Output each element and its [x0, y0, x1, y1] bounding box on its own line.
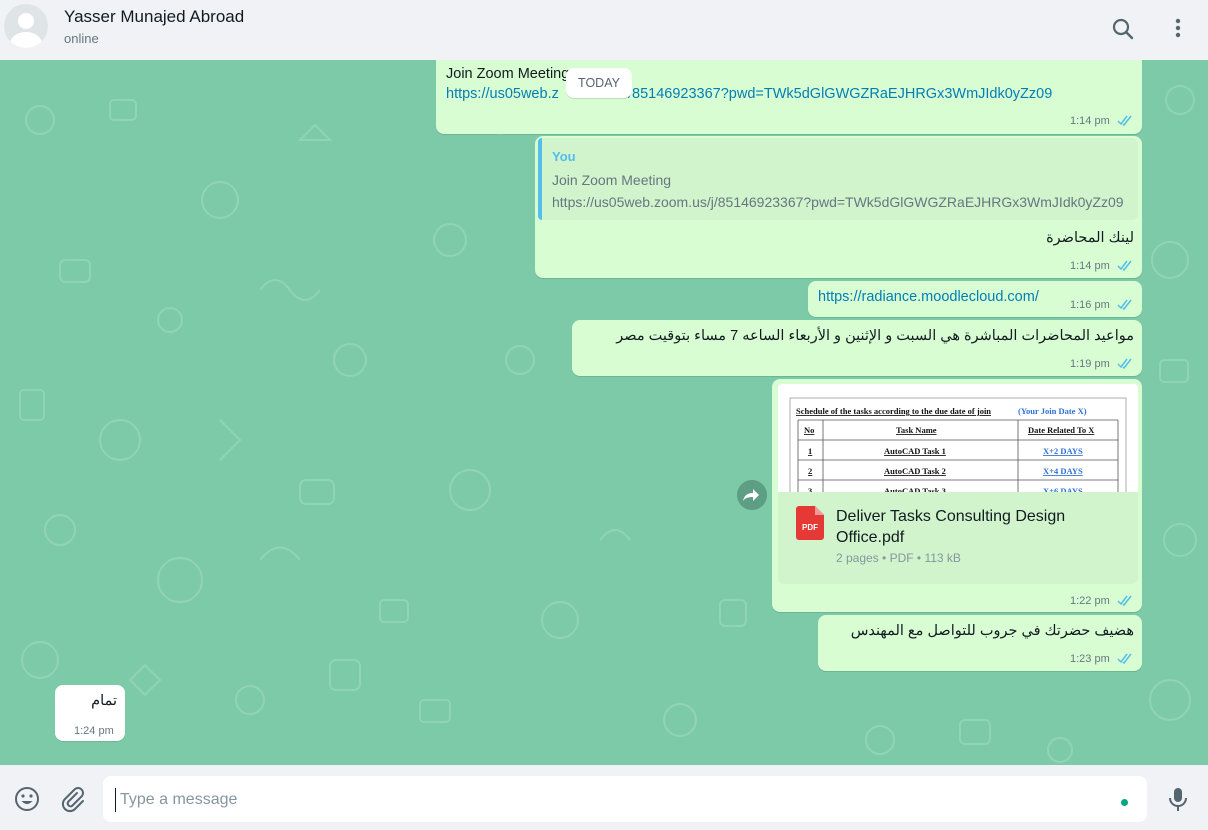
pdf-file-icon: PDF	[796, 506, 824, 540]
document-info: 2 pages • PDF • 113 kB	[836, 551, 961, 565]
read-ticks-icon	[1117, 358, 1132, 369]
svg-text:1: 1	[808, 446, 812, 456]
message-meta: 1:16 pm	[1070, 299, 1134, 311]
message-time: 1:19 pm	[1070, 358, 1110, 370]
quote-author: You	[552, 149, 576, 164]
read-ticks-icon	[1117, 595, 1132, 606]
message-text: لينك المحاضرة	[1046, 230, 1134, 246]
message-time: 1:14 pm	[1070, 260, 1110, 272]
message-meta: 1:14 pm	[1070, 115, 1134, 127]
message-meta: 1:14 pm	[1070, 260, 1134, 272]
quote-link: https://us05web.zoom.us/j/85146923367?pw…	[552, 194, 1124, 210]
message-link-start[interactable]: https://us05web.z	[446, 86, 559, 102]
message-time: 1:22 pm	[1070, 595, 1110, 607]
message-meta: 1:22 pm	[1070, 595, 1134, 607]
document-preview[interactable]: Schedule of the tasks according to the d…	[778, 384, 1138, 494]
svg-text:Date Related To X: Date Related To X	[1028, 425, 1095, 435]
message-text: Join Zoom Meeting	[446, 66, 570, 82]
mic-icon[interactable]	[1164, 785, 1192, 813]
message-bubble-outgoing[interactable]: هضيف حضرتك في جروب للتواصل مع المهندس 1:…	[818, 615, 1142, 671]
search-icon[interactable]	[1108, 14, 1138, 44]
svg-text:Schedule of the tasks accordin: Schedule of the tasks according to the d…	[796, 406, 991, 416]
emoji-icon[interactable]	[13, 785, 41, 813]
contact-avatar[interactable]	[4, 4, 48, 48]
message-input[interactable]	[115, 788, 1112, 812]
message-text: مواعيد المحاضرات المباشرة هي السبت و الإ…	[616, 328, 1134, 344]
message-meta: 1:23 pm	[1070, 653, 1134, 665]
read-ticks-icon	[1117, 115, 1132, 126]
read-ticks-icon	[1117, 260, 1132, 271]
message-link[interactable]: https://radiance.moodlecloud.com/	[818, 289, 1039, 305]
contact-status: online	[64, 31, 99, 46]
message-time: 1:14 pm	[1070, 115, 1110, 127]
message-text: هضيف حضرتك في جروب للتواصل مع المهندس	[850, 623, 1134, 639]
quote-text: Join Zoom Meeting	[552, 172, 672, 188]
message-bubble-outgoing[interactable]: https://radiance.moodlecloud.com/ 1:16 p…	[808, 281, 1142, 317]
svg-text:2: 2	[808, 466, 812, 476]
compose-bar	[0, 765, 1208, 830]
message-time: 1:23 pm	[1070, 653, 1110, 665]
svg-text:X+4 DAYS: X+4 DAYS	[1043, 466, 1083, 476]
message-time: 1:24 pm	[74, 725, 114, 737]
message-bubble-incoming[interactable]: تمام 1:24 pm	[55, 685, 125, 741]
message-link-end[interactable]: /85146923367?pwd=TWk5dGlGWGZRaEJHRGx3WmJ…	[628, 86, 1052, 102]
quoted-message[interactable]: You Join Zoom Meeting https://us05web.zo…	[538, 138, 1138, 220]
svg-text:PDF: PDF	[802, 523, 818, 532]
svg-text:No: No	[804, 425, 814, 435]
forward-icon[interactable]	[737, 480, 767, 510]
document-name: Deliver Tasks Consulting Design Office.p…	[836, 508, 1066, 546]
message-bubble-outgoing[interactable]: Join Zoom Meeting https://us05web.z /851…	[436, 60, 1142, 134]
document-attachment[interactable]: PDF Deliver Tasks Consulting Design Offi…	[778, 492, 1138, 584]
status-dot	[1121, 799, 1128, 806]
chat-header: Yasser Munajed Abroad online	[0, 0, 1208, 60]
date-divider: TODAY	[566, 68, 632, 98]
message-text: تمام	[91, 693, 117, 709]
message-bubble-outgoing[interactable]: مواعيد المحاضرات المباشرة هي السبت و الإ…	[572, 320, 1142, 376]
read-ticks-icon	[1117, 653, 1132, 664]
message-time: 1:16 pm	[1070, 299, 1110, 311]
preview-table: Schedule of the tasks according to the d…	[789, 397, 1127, 494]
message-input-container[interactable]	[103, 776, 1147, 822]
svg-text:Task Name: Task Name	[896, 425, 937, 435]
svg-text:(Your Join Date X): (Your Join Date X)	[1018, 406, 1087, 416]
svg-text:X+2 DAYS: X+2 DAYS	[1043, 446, 1083, 456]
message-meta: 1:19 pm	[1070, 358, 1134, 370]
menu-icon[interactable]	[1163, 14, 1193, 44]
svg-text:AutoCAD Task 1: AutoCAD Task 1	[884, 446, 946, 456]
attach-icon[interactable]	[58, 785, 86, 813]
read-ticks-icon	[1117, 299, 1132, 310]
svg-text:AutoCAD Task 2: AutoCAD Task 2	[884, 466, 946, 476]
contact-name[interactable]: Yasser Munajed Abroad	[64, 7, 244, 27]
chat-area[interactable]: Join Zoom Meeting https://us05web.z /851…	[0, 60, 1208, 765]
